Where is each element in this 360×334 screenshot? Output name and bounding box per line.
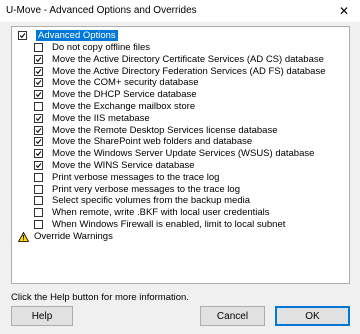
- unchecked-checkbox[interactable]: [34, 102, 43, 111]
- tree-item[interactable]: Move the IIS metabase: [34, 113, 150, 124]
- checked-checkbox[interactable]: [34, 113, 43, 123]
- close-button[interactable]: ✕: [328, 0, 360, 22]
- tree-item-label: Select specific volumes from the backup …: [52, 195, 251, 207]
- tree-item-label: Move the Windows Server Update Services …: [52, 148, 315, 160]
- tree-item-label: Move the SharePoint web folders and data…: [52, 136, 253, 148]
- root-checkbox[interactable]: [18, 31, 27, 40]
- tree-item-label: Print very verbose messages to the trace…: [52, 183, 240, 195]
- tree-item[interactable]: Move the SharePoint web folders and data…: [34, 136, 252, 147]
- checked-checkbox[interactable]: [34, 78, 43, 88]
- options-tree[interactable]: Advanced Options Do not copy offline fil…: [11, 26, 350, 284]
- tree-root-advanced-options[interactable]: Advanced Options: [18, 30, 118, 41]
- checked-checkbox[interactable]: [34, 90, 43, 100]
- close-icon: ✕: [338, 4, 350, 18]
- checked-checkbox[interactable]: [34, 54, 43, 64]
- checked-checkbox[interactable]: [34, 149, 43, 159]
- tree-item[interactable]: Print very verbose messages to the trace…: [34, 184, 240, 195]
- unchecked-checkbox[interactable]: [34, 196, 43, 206]
- unchecked-checkbox[interactable]: [34, 220, 43, 229]
- tree-item[interactable]: Move the DHCP Service database: [34, 89, 197, 100]
- tree-item[interactable]: Move the COM+ security database: [34, 77, 199, 88]
- tree-item[interactable]: Move the Active Directory Certificate Se…: [34, 54, 324, 65]
- checked-checkbox[interactable]: [34, 161, 43, 170]
- unchecked-checkbox[interactable]: [34, 208, 43, 218]
- tree-item[interactable]: Do not copy offline files: [34, 42, 150, 53]
- override-warnings-label: Override Warnings: [34, 231, 113, 242]
- tree-item-label: Do not copy offline files: [52, 42, 151, 53]
- tree-item[interactable]: Move the Active Directory Federation Ser…: [34, 66, 326, 77]
- tree-item[interactable]: When Windows Firewall is enabled, limit …: [34, 219, 285, 230]
- help-button[interactable]: Help: [11, 306, 73, 326]
- checked-checkbox[interactable]: [34, 137, 43, 147]
- tree-item[interactable]: Move the Exchange mailbox store: [34, 101, 195, 112]
- tree-item[interactable]: Move the WINS Service database: [34, 160, 195, 171]
- window-title: U-Move - Advanced Options and Overrides: [6, 5, 197, 16]
- tree-item-label: Move the Exchange mailbox store: [52, 101, 196, 112]
- unchecked-checkbox[interactable]: [34, 184, 43, 194]
- warning-icon: [18, 231, 29, 242]
- tree-root-label: Advanced Options: [36, 30, 118, 41]
- tree-item-label: Print verbose messages to the trace log: [52, 171, 220, 183]
- tree-item-label: Move the Active Directory Certificate Se…: [52, 53, 324, 65]
- tree-item[interactable]: When remote, write .BKF with local user …: [34, 207, 270, 218]
- unchecked-checkbox[interactable]: [34, 172, 43, 182]
- cancel-button[interactable]: Cancel: [200, 306, 265, 326]
- checked-checkbox[interactable]: [34, 66, 43, 76]
- ok-button[interactable]: OK: [275, 306, 350, 326]
- tree-item-label: Move the COM+ security database: [52, 77, 199, 89]
- tree-item-label: Move the DHCP Service database: [52, 89, 197, 101]
- help-hint-text: Click the Help button for more informati…: [11, 292, 189, 303]
- title-bar: U-Move - Advanced Options and Overrides …: [0, 0, 360, 22]
- checked-checkbox[interactable]: [34, 125, 43, 135]
- tree-item[interactable]: Move the Windows Server Update Services …: [34, 148, 314, 159]
- tree-item-label: Move the WINS Service database: [52, 160, 195, 171]
- tree-item[interactable]: Select specific volumes from the backup …: [34, 195, 250, 206]
- unchecked-checkbox[interactable]: [34, 43, 43, 52]
- tree-item-label: Move the Remote Desktop Services license…: [52, 124, 278, 136]
- tree-item-label: Move the IIS metabase: [52, 112, 150, 124]
- tree-item-label: Move the Active Directory Federation Ser…: [52, 65, 326, 77]
- tree-item-label: When remote, write .BKF with local user …: [52, 207, 270, 219]
- tree-item-override-warnings[interactable]: Override Warnings: [18, 231, 113, 242]
- tree-item-label: When Windows Firewall is enabled, limit …: [52, 219, 286, 230]
- tree-item[interactable]: Move the Remote Desktop Services license…: [34, 125, 277, 136]
- tree-item[interactable]: Print verbose messages to the trace log: [34, 172, 219, 183]
